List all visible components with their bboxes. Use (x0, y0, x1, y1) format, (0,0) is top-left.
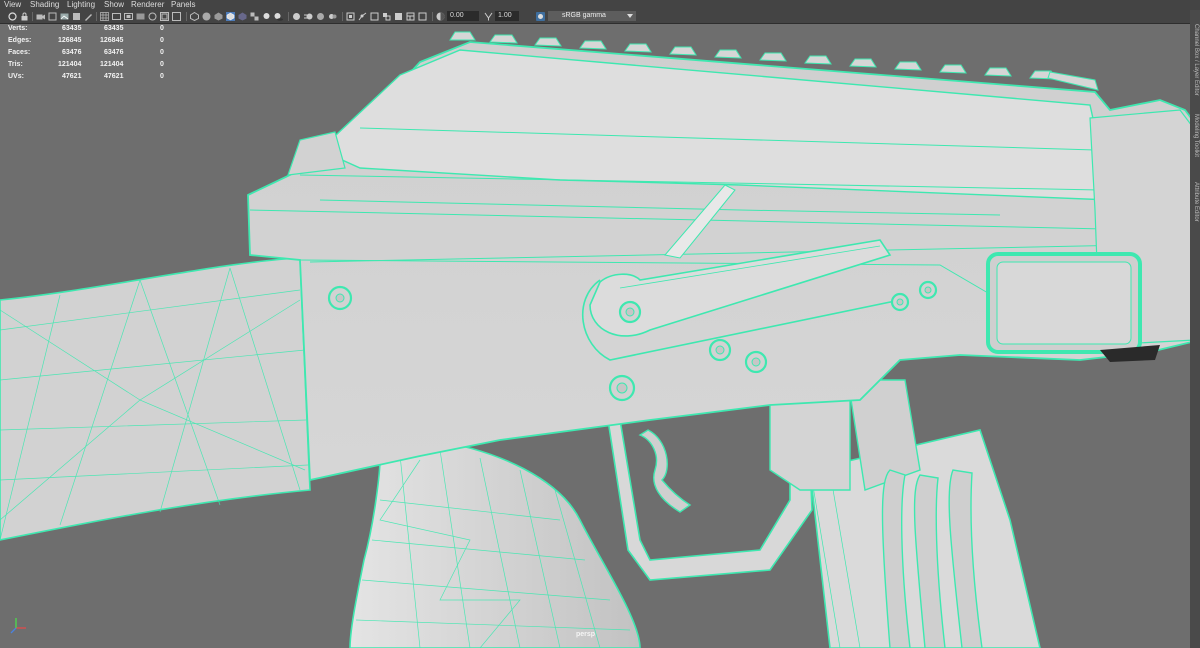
grease-pencil-icon[interactable] (84, 12, 93, 21)
use-all-lights-icon[interactable] (262, 12, 271, 21)
xray-active-components-icon[interactable] (370, 12, 379, 21)
hud-row-tris: Tris: 121404 121404 0 (0, 60, 170, 69)
gamma-field[interactable]: 1.00 (495, 11, 519, 21)
hud-value: 0 (160, 25, 164, 32)
hud-row-faces: Faces: 63476 63476 0 (0, 48, 170, 57)
menu-show[interactable]: Show (104, 0, 124, 10)
hud-value: 63476 (62, 49, 82, 56)
hud-value: 0 (160, 37, 164, 44)
two-d-pan-zoom-icon[interactable] (72, 12, 81, 21)
tab-attribute-editor[interactable]: Attribute Editor (1191, 182, 1199, 222)
motion-blur-icon[interactable] (304, 12, 313, 21)
select-camera-icon[interactable] (8, 12, 17, 21)
field-chart-icon[interactable] (148, 12, 157, 21)
hud-label: Edges: (8, 37, 32, 44)
safe-title-icon[interactable] (172, 12, 181, 21)
camera-attributes-icon[interactable] (36, 12, 45, 21)
hud-value: 126845 (100, 37, 124, 44)
hud-value: 121404 (58, 61, 82, 68)
hud-label: Verts: (8, 25, 28, 32)
wireframe-on-shaded-icon[interactable] (226, 12, 235, 21)
textured-icon[interactable] (250, 12, 259, 21)
hud-value: 47621 (62, 73, 82, 80)
ui-layout-icon[interactable] (406, 12, 415, 21)
safe-action-icon[interactable] (160, 12, 169, 21)
hud-row-edges: Edges: 126845 126845 0 (0, 36, 170, 45)
resolution-gate-icon[interactable] (124, 12, 133, 21)
hud-value: 63435 (62, 25, 82, 32)
depth-of-field-icon[interactable] (328, 12, 337, 21)
anti-aliasing-icon[interactable] (316, 12, 325, 21)
hud-value: 47621 (104, 73, 124, 80)
hud-label: UVs: (8, 73, 24, 80)
wireframe-icon[interactable] (190, 12, 199, 21)
tab-modeling-toolkit[interactable]: Modeling Toolkit (1191, 114, 1199, 157)
hud-value: 126845 (58, 37, 82, 44)
hud-value: 0 (160, 61, 164, 68)
panel-menubar: View Shading Lighting Show Renderer Pane… (0, 0, 1200, 10)
grid-icon[interactable] (100, 12, 109, 21)
default-material-icon[interactable] (214, 12, 223, 21)
xray-joints-icon[interactable] (358, 12, 367, 21)
hud-value: 63476 (104, 49, 124, 56)
camera-name-label: persp (576, 631, 596, 638)
menu-panels[interactable]: Panels (171, 0, 195, 10)
hud-icon[interactable] (394, 12, 403, 21)
exposure-field[interactable]: 0.00 (447, 11, 479, 21)
hud-row-uvs: UVs: 47621 47621 0 (0, 72, 170, 81)
color-space-dropdown[interactable]: sRGB gamma (548, 11, 636, 21)
hud-row-verts: Verts: 63435 63435 0 (0, 24, 170, 33)
playblast-icon[interactable] (418, 12, 427, 21)
screen-space-ao-icon[interactable] (292, 12, 301, 21)
perspective-viewport[interactable] (0, 24, 1200, 648)
menu-view[interactable]: View (4, 0, 21, 10)
tab-channel-box[interactable]: Channel Box / Layer Editor (1191, 24, 1199, 96)
menu-renderer[interactable]: Renderer (131, 0, 164, 10)
x-ray-icon[interactable] (238, 12, 247, 21)
lock-camera-icon[interactable] (20, 12, 29, 21)
smooth-shade-icon[interactable] (202, 12, 211, 21)
isolate-select-icon[interactable] (346, 12, 355, 21)
hud-label: Faces: (8, 49, 31, 56)
hud-value: 0 (160, 49, 164, 56)
hud-value: 121404 (100, 61, 124, 68)
menu-shading[interactable]: Shading (30, 0, 59, 10)
hud-value: 0 (160, 73, 164, 80)
gamma-icon[interactable] (484, 12, 493, 21)
view-transform-icon[interactable] (536, 12, 545, 21)
hud-value: 63435 (104, 25, 124, 32)
right-dock-tabs: Channel Box / Layer Editor Modeling Tool… (1190, 10, 1200, 648)
gate-mask-icon[interactable] (136, 12, 145, 21)
exposure-icon[interactable] (436, 12, 445, 21)
menu-lighting[interactable]: Lighting (67, 0, 95, 10)
backface-culling-icon[interactable] (382, 12, 391, 21)
bookmarks-icon[interactable] (48, 12, 57, 21)
shadows-icon[interactable] (274, 12, 283, 21)
film-gate-icon[interactable] (112, 12, 121, 21)
color-space-value: sRGB gamma (562, 12, 606, 19)
image-plane-icon[interactable] (60, 12, 69, 21)
panel-toolbar: 0.00 1.00 sRGB gamma (0, 10, 1200, 24)
chevron-down-icon (627, 14, 633, 18)
hud-label: Tris: (8, 61, 23, 68)
